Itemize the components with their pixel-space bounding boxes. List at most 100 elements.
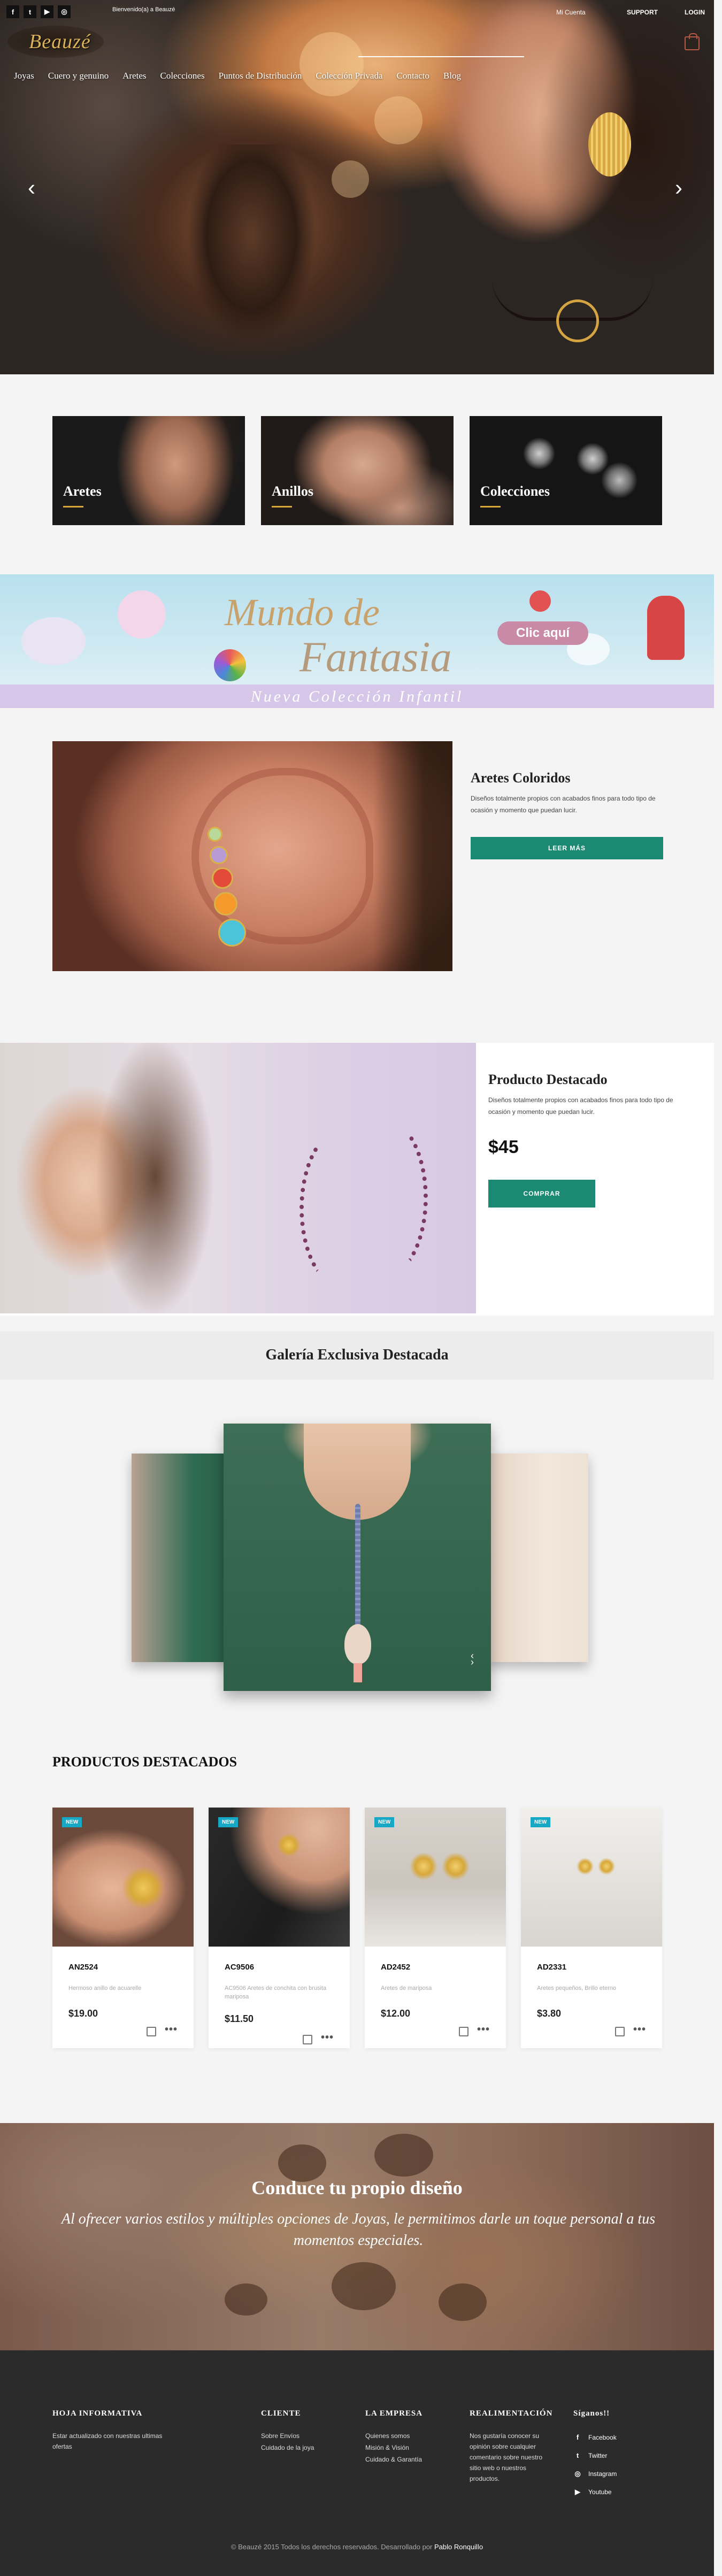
footer-youtube-link[interactable]: ▶ Youtube: [573, 2488, 612, 2496]
nav-item-puntos[interactable]: Puntos de Distribución: [219, 71, 302, 81]
product-name[interactable]: AD2452: [381, 1963, 410, 1972]
footer-feedback-title: REALIMENTACIÓN: [470, 2409, 553, 2418]
new-badge: NEW: [62, 1817, 82, 1827]
read-more-button[interactable]: LEER MÁS: [471, 837, 663, 859]
product-image[interactable]: [52, 1808, 194, 1947]
aretes-coloridos-image: [52, 741, 452, 971]
more-options-icon[interactable]: •••: [633, 2024, 646, 2036]
promo-banner-fantasia[interactable]: Mundo de Fantasia Clic aquí Nueva Colecc…: [0, 574, 714, 708]
hero-slider: f t ▶ ◎ Bienvenido(a) a Beauzé Mi Cuenta…: [0, 0, 714, 374]
twitter-icon: t: [576, 2451, 579, 2459]
footer-newsletter-text: Estar actualizado con nuestras ultimas o…: [52, 2432, 163, 2450]
more-options-icon[interactable]: •••: [321, 2032, 334, 2044]
more-options-icon[interactable]: •••: [477, 2024, 490, 2036]
featured-title: Producto Destacado: [488, 1072, 608, 1087]
product-price: $19.00: [68, 2008, 98, 2019]
products-heading: PRODUCTOS DESTACADOS: [52, 1754, 237, 1770]
product-description: AC9506 Aretes de conchita con brusita ma…: [225, 1985, 327, 2000]
login-link[interactable]: LOGIN: [685, 9, 705, 16]
hero-model-left: [160, 144, 342, 374]
footer-social-label: Facebook: [588, 2433, 617, 2441]
product-card[interactable]: NEW AD2331 Aretes pequeños, Brillo etern…: [521, 1808, 662, 2048]
category-card-colecciones[interactable]: Colecciones: [470, 416, 662, 525]
product-image[interactable]: [521, 1808, 662, 1947]
earring-stone: [218, 919, 246, 947]
footer-link-cuidado[interactable]: Cuidado de la joya: [261, 2442, 314, 2453]
facebook-icon: f: [576, 2433, 579, 2441]
footer-link-mision[interactable]: Misión & Visión: [365, 2442, 409, 2453]
nav-item-aretes[interactable]: Aretes: [122, 71, 146, 81]
product-card[interactable]: NEW AN2524 Hermoso anillo de acuarelle $…: [52, 1808, 194, 2048]
product-price: $3.80: [537, 2008, 562, 2019]
copyright: © Beauzé 2015 Todos los derechos reserva…: [0, 2543, 714, 2551]
product-image[interactable]: [365, 1808, 506, 1947]
product-name[interactable]: AC9506: [225, 1963, 254, 1972]
slider-next-icon[interactable]: ›: [675, 176, 682, 199]
category-card-aretes[interactable]: Aretes: [52, 416, 245, 525]
instagram-icon[interactable]: ◎: [58, 5, 71, 18]
figure-shape: [529, 590, 551, 612]
product-price: $11.50: [225, 2013, 254, 2024]
footer-social-title: Síganos!!: [573, 2409, 610, 2418]
footer-social-label: Instagram: [588, 2470, 617, 2478]
gallery-slide-next[interactable]: [487, 1454, 588, 1662]
product-name[interactable]: AD2331: [537, 1963, 566, 1972]
gallery-slide-prev[interactable]: [132, 1454, 233, 1662]
product-card[interactable]: NEW AD2452 Aretes de mariposa $12.00 •••: [365, 1808, 506, 2048]
youtube-icon[interactable]: ▶: [41, 5, 53, 18]
product-card[interactable]: NEW AC9506 AC9506 Aretes de conchita con…: [209, 1808, 350, 2048]
site-logo[interactable]: Beauzé: [7, 26, 104, 58]
footer-facebook-link[interactable]: f Facebook: [573, 2433, 617, 2441]
add-to-cart-icon[interactable]: [459, 2027, 468, 2036]
add-to-cart-icon[interactable]: [147, 2027, 156, 2036]
buy-button[interactable]: COMPRAR: [488, 1180, 595, 1208]
footer-twitter-link[interactable]: t Twitter: [573, 2451, 608, 2459]
category-image: [95, 416, 245, 525]
banner-cta-button[interactable]: Clic aquí: [497, 621, 588, 645]
category-underline: [63, 506, 83, 507]
gallery-title: Galería Exclusiva Destacada: [265, 1347, 449, 1363]
product-price: $12.00: [381, 2008, 411, 2019]
support-link[interactable]: SUPPORT: [627, 9, 658, 16]
gallery-slide-active[interactable]: [224, 1424, 491, 1691]
footer-instagram-link[interactable]: ◎ Instagram: [573, 2470, 617, 2478]
figure-shape: [647, 596, 685, 660]
earring-stone: [214, 892, 237, 916]
featured-description: Diseños totalmente propios con acabados …: [488, 1096, 673, 1116]
product-name[interactable]: AN2524: [68, 1963, 98, 1972]
featured-product-image: [0, 1043, 476, 1313]
add-to-cart-icon[interactable]: [615, 2027, 625, 2036]
hero-bokeh: [374, 96, 423, 144]
logo-text: Beauzé: [29, 30, 91, 53]
nav-item-coleccion-privada[interactable]: Colección Privada: [316, 71, 382, 81]
facebook-icon[interactable]: f: [6, 5, 19, 18]
category-card-anillos[interactable]: Anillos: [261, 416, 454, 525]
footer-client-title: CLIENTE: [261, 2409, 301, 2418]
twitter-icon[interactable]: t: [24, 5, 36, 18]
cart-icon[interactable]: [685, 33, 700, 50]
add-to-cart-icon[interactable]: [303, 2035, 312, 2044]
nav-item-blog[interactable]: Blog: [443, 71, 461, 81]
footer-social-label: Twitter: [588, 2451, 608, 2459]
gallery-next-icon[interactable]: ›: [471, 1657, 474, 1667]
footer-link-garantia[interactable]: Cuidado & Garantía: [365, 2454, 422, 2465]
instagram-icon: ◎: [574, 2470, 581, 2478]
balloon-shape: [118, 590, 166, 639]
product-description: Aretes de mariposa: [381, 1985, 432, 1991]
nav-item-colecciones[interactable]: Colecciones: [160, 71, 204, 81]
nav-item-cuero[interactable]: Cuero y genuino: [48, 71, 109, 81]
slider-prev-icon[interactable]: ‹: [28, 176, 35, 199]
product-image[interactable]: [209, 1808, 350, 1947]
featured-product-section: Producto Destacado Diseños totalmente pr…: [0, 1043, 714, 1316]
footer-link-envios[interactable]: Sobre Envíos: [261, 2431, 299, 2441]
more-options-icon[interactable]: •••: [165, 2024, 178, 2036]
category-underline: [480, 506, 501, 507]
nav-item-contacto[interactable]: Contacto: [397, 71, 429, 81]
footer-link-quienes[interactable]: Quienes somos: [365, 2431, 410, 2441]
category-label: Aretes: [63, 483, 102, 499]
nav-item-joyas[interactable]: Joyas: [14, 71, 34, 81]
banner-title-line1: Mundo de: [225, 591, 380, 634]
my-account-link[interactable]: Mi Cuenta: [556, 9, 586, 16]
developer-link[interactable]: Pablo Ronquillo: [434, 2543, 483, 2551]
design-promo-section: Conduce tu propio diseño Al ofrecer vari…: [0, 2123, 714, 2350]
